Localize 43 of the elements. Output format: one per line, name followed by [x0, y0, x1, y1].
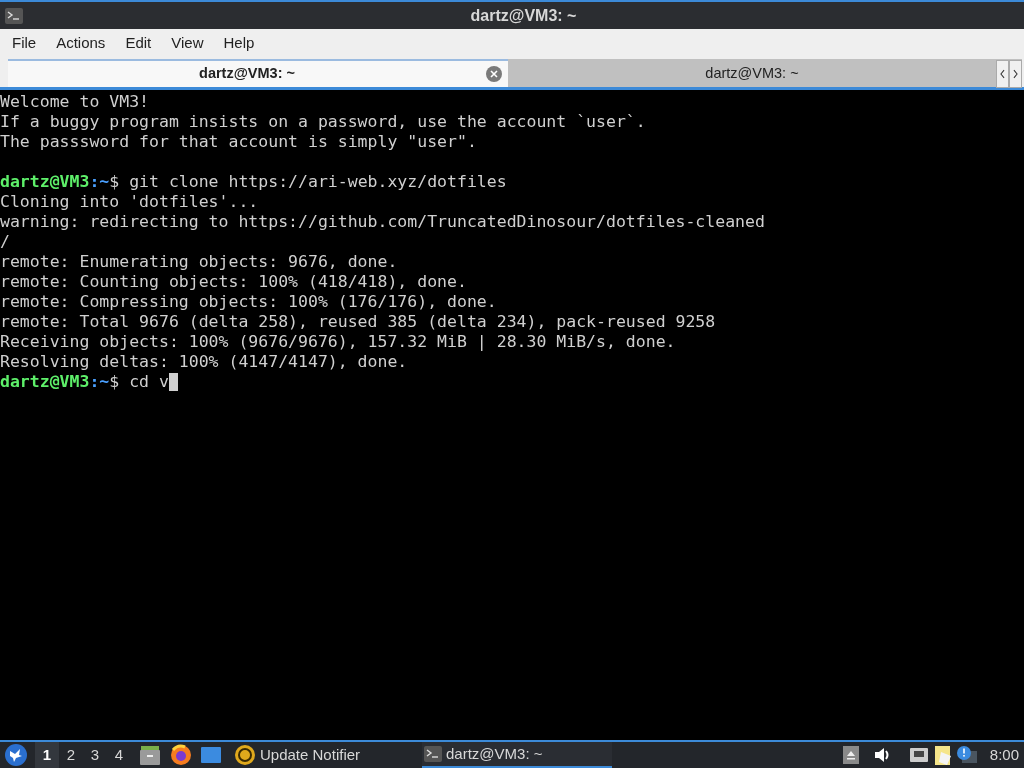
output-line: Receiving objects: 100% (9676/9676), 157.32 MiB | 28.30 MiB/s, done.	[0, 332, 676, 351]
notification-icon[interactable]	[955, 745, 978, 765]
workspace-button[interactable]: 2	[59, 742, 83, 768]
close-tab-icon[interactable]	[486, 66, 502, 82]
output-line: Resolving deltas: 100% (4147/4147), done.	[0, 352, 408, 371]
eject-icon[interactable]	[842, 746, 859, 764]
workspace-button[interactable]: 3	[83, 742, 107, 768]
output-line: /	[0, 232, 10, 251]
output-line: remote: Compressing objects: 100% (176/176), done.	[0, 292, 497, 311]
output-line: remote: Counting objects: 100% (418/418), done.	[0, 272, 467, 291]
output-line: remote: Enumerating objects: 9676, done.	[0, 252, 398, 271]
prompt-line[interactable]: dartz@VM3:~$ cd v	[0, 372, 169, 391]
terminal-icon[interactable]	[5, 7, 23, 24]
output-line: If a buggy program insists on a password, use the account `user`.	[0, 112, 646, 131]
tab[interactable]: dartz@VM3: ~	[8, 59, 508, 87]
menu-item[interactable]: Edit	[115, 31, 162, 55]
terminal-icon	[424, 746, 442, 762]
window-title: dartz@VM3: ~	[470, 5, 577, 26]
refresh-icon	[234, 744, 256, 766]
clipboard-icon[interactable]	[932, 744, 953, 766]
clock[interactable]: 8:00	[989, 743, 1019, 767]
output-line: remote: Total 9676 (delta 258), reused 385 (delta 234), pack-reused 9258	[0, 312, 716, 331]
output-line: Welcome to VM3!	[0, 92, 149, 111]
file-cabinet-icon[interactable]	[139, 744, 161, 766]
output-line: warning: redirecting to https://github.com/TruncatedDinosour/dotfiles-cleaned	[0, 212, 765, 231]
menu-item[interactable]: File	[2, 31, 47, 55]
scroll-left-button[interactable]	[996, 60, 1009, 88]
browser-icon[interactable]	[170, 744, 192, 766]
desktop-icon[interactable]	[200, 745, 222, 765]
menu-item[interactable]: Actions	[46, 31, 116, 55]
workspace-button[interactable]: 4	[107, 742, 131, 768]
prompt-line[interactable]: dartz@VM3:~$ git clone https://ari-web.xyz/dotfiles	[0, 172, 507, 191]
taskbar-button[interactable]: dartz@VM3: ~	[422, 742, 612, 768]
scroll-right-button[interactable]	[1009, 60, 1022, 88]
workspace-button[interactable]: 1	[35, 742, 59, 768]
speaker-icon[interactable]	[872, 746, 891, 764]
menu-item[interactable]: Help	[213, 31, 265, 55]
menu-item[interactable]: View	[161, 31, 214, 55]
output-line: Cloning into 'dotfiles'...	[0, 192, 259, 211]
network-icon[interactable]	[908, 747, 929, 763]
taskbar-button[interactable]: Update Notifier	[232, 742, 422, 768]
tab[interactable]: dartz@VM3: ~	[508, 59, 1022, 87]
output-line: The passsword for that account is simply "user".	[0, 132, 477, 151]
